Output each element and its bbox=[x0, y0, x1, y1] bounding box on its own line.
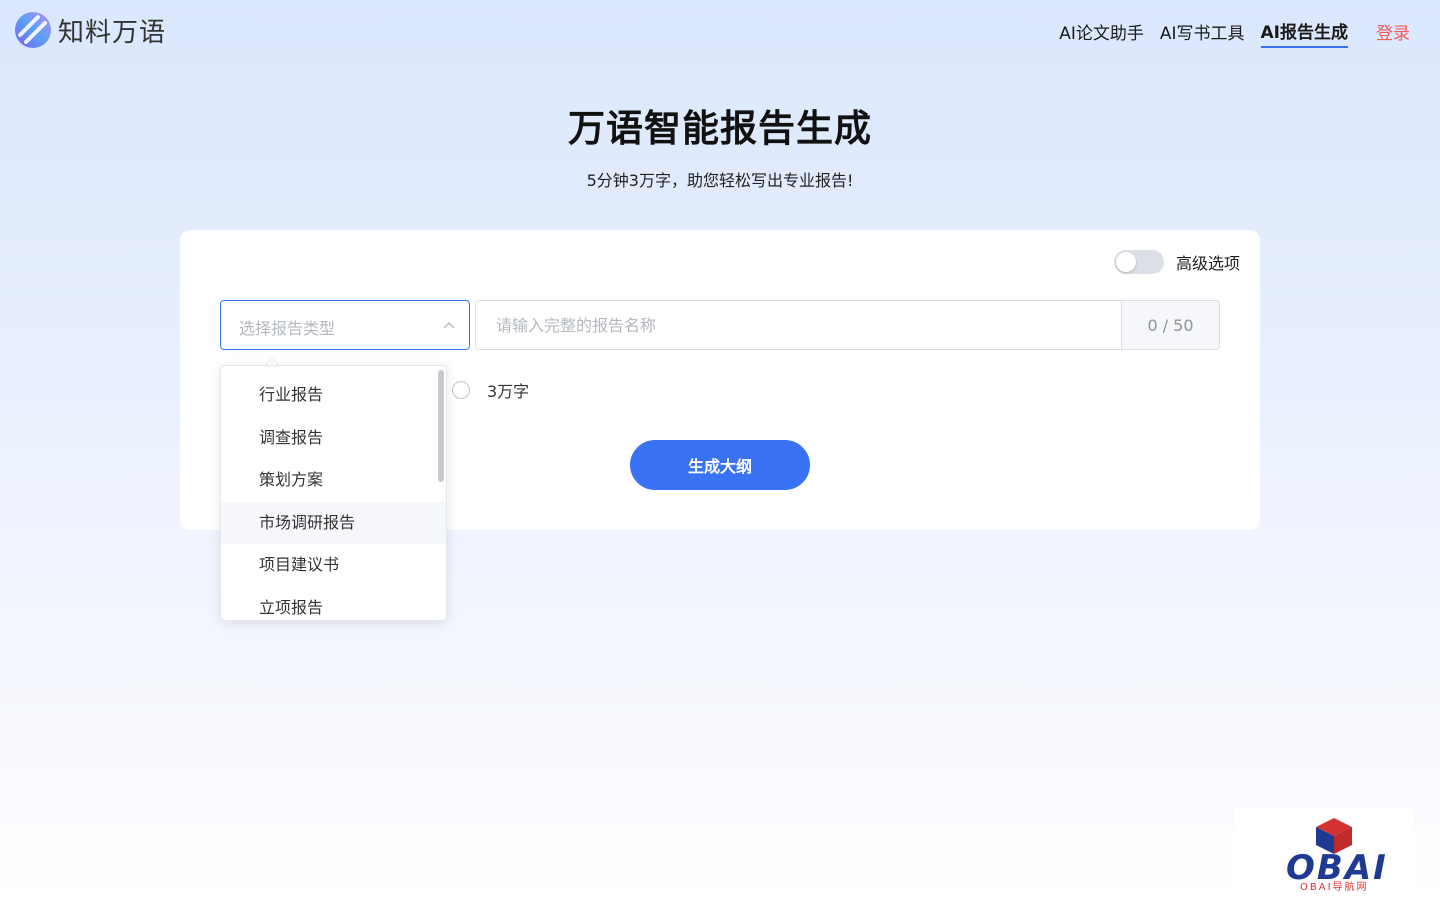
word-count-label: 3万字 bbox=[487, 382, 530, 401]
top-nav: AI论文助手 AI写书工具 AI报告生成 登录 bbox=[1043, 18, 1410, 48]
dropdown-option-industry-report[interactable]: 行业报告 bbox=[221, 374, 446, 417]
dropdown-option-project-approval-report[interactable]: 立项报告 bbox=[221, 587, 446, 621]
login-link[interactable]: 登录 bbox=[1376, 19, 1410, 47]
dropdown-option-survey-report[interactable]: 调查报告 bbox=[221, 417, 446, 460]
dropdown-option-planning-proposal[interactable]: 策划方案 bbox=[221, 459, 446, 502]
advanced-options-toggle[interactable] bbox=[1113, 250, 1164, 274]
report-type-select[interactable]: 选择报告类型 bbox=[220, 300, 470, 350]
page-title: 万语智能报告生成 bbox=[568, 107, 872, 150]
report-name-input[interactable] bbox=[476, 301, 1121, 349]
dropdown-option-project-proposal[interactable]: 项目建议书 bbox=[221, 544, 446, 587]
dropdown-option-market-research-report[interactable]: 市场调研报告 bbox=[221, 501, 446, 544]
watermark: OBAI OBAI导航网 bbox=[1234, 808, 1414, 900]
generate-outline-button[interactable]: 生成大纲 bbox=[630, 440, 810, 490]
report-type-dropdown: 行业报告 调查报告 策划方案 市场调研报告 项目建议书 立项报告 bbox=[220, 365, 447, 621]
nav-item-report-generator[interactable]: AI报告生成 bbox=[1260, 18, 1348, 48]
dropdown-caret bbox=[265, 358, 279, 365]
page-subtitle: 5分钟3万字，助您轻松写出专业报告! bbox=[586, 171, 854, 190]
word-count-option[interactable]: 3万字 bbox=[452, 378, 529, 402]
chevron-up-icon bbox=[443, 322, 455, 329]
logo[interactable]: 知料万语 bbox=[14, 11, 166, 49]
header: 知料万语 AI论文助手 AI写书工具 AI报告生成 登录 bbox=[0, 0, 1440, 60]
dropdown-list: 行业报告 调查报告 策划方案 市场调研报告 项目建议书 立项报告 bbox=[221, 366, 446, 621]
report-name-field: 0 / 50 bbox=[475, 300, 1220, 350]
report-type-placeholder: 选择报告类型 bbox=[239, 319, 336, 338]
brand-logo-icon bbox=[15, 12, 51, 48]
toggle-knob bbox=[1115, 252, 1136, 272]
advanced-options: 高级选项 bbox=[1113, 250, 1240, 274]
radio-button[interactable] bbox=[452, 381, 470, 399]
char-counter: 0 / 50 bbox=[1121, 301, 1219, 349]
brand-name: 知料万语 bbox=[58, 17, 167, 48]
nav-item-paper-assistant[interactable]: AI论文助手 bbox=[1059, 19, 1144, 47]
advanced-options-label: 高级选项 bbox=[1175, 254, 1240, 273]
dropdown-scrollbar[interactable] bbox=[438, 370, 444, 482]
nav-item-book-writer[interactable]: AI写书工具 bbox=[1160, 19, 1245, 47]
watermark-subtext: OBAI导航网 bbox=[1300, 882, 1369, 893]
